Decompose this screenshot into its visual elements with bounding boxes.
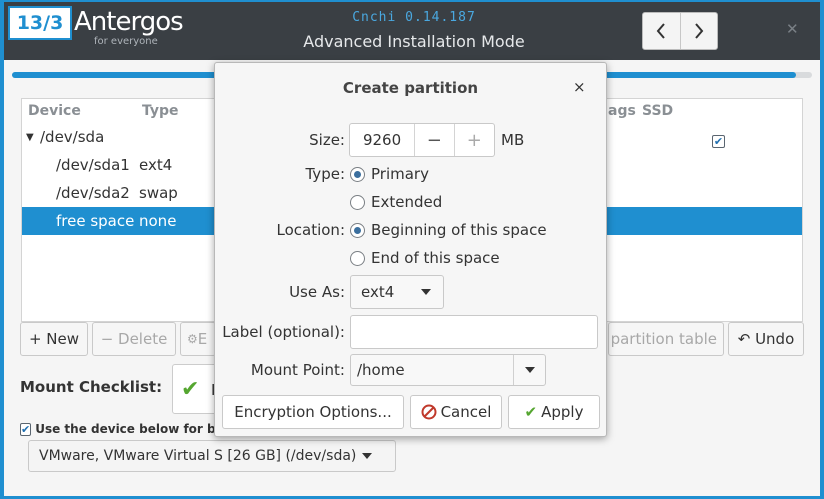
header-bar: 13/3 Antergos for everyone Cnchi 0.14.18… [4, 2, 820, 60]
new-partition-button[interactable]: + New [20, 322, 88, 356]
location-beginning-radio[interactable]: Beginning of this space [350, 221, 547, 239]
apply-button[interactable]: ✔ Apply [508, 395, 600, 429]
edit-label: E [197, 330, 208, 348]
size-label: Size: [309, 131, 345, 149]
app-title: Cnchi 0.14.187 [352, 10, 476, 25]
column-ssd[interactable]: SSD [642, 103, 673, 119]
location-end-radio[interactable]: End of this space [350, 249, 500, 267]
bootloader-option[interactable]: ✔ Use the device below for bo [20, 422, 216, 436]
bootloader-label: Use the device below for bo [35, 422, 216, 436]
chevron-left-icon [656, 23, 666, 39]
row-device: free space [56, 212, 135, 230]
mount-point-input[interactable]: /home [357, 361, 513, 379]
step-badge: 13/3 [8, 6, 72, 40]
radio-icon [350, 250, 365, 266]
cancel-icon [421, 404, 437, 420]
row-device: /dev/sda [40, 128, 105, 146]
antergos-logo: Antergos for everyone [74, 7, 184, 48]
mount-point-label: Mount Point: [250, 361, 345, 379]
size-unit: MB [501, 131, 525, 149]
cancel-label: Cancel [440, 403, 492, 421]
filesystem-select[interactable]: ext4 [350, 275, 444, 309]
cancel-button[interactable]: Cancel [410, 395, 502, 429]
gears-icon: ⚙ [187, 332, 198, 346]
row-type: ext4 [139, 156, 173, 174]
location-label: Location: [276, 221, 346, 239]
size-increment-button[interactable]: + [455, 124, 494, 156]
column-device[interactable]: Device [28, 103, 81, 119]
back-button[interactable] [643, 13, 681, 49]
filesystem-value: ext4 [361, 283, 395, 301]
dialog-close-button[interactable]: × [573, 78, 586, 96]
chevron-right-icon [694, 23, 704, 39]
expand-triangle-icon[interactable]: ▼ [26, 132, 34, 143]
row-device: /dev/sda2 [56, 184, 130, 202]
radio-label: Beginning of this space [371, 221, 547, 239]
radio-label: End of this space [371, 249, 500, 267]
device-select-value: VMware, VMware Virtual S [26 GB] (/dev/s… [39, 448, 357, 464]
logo-tagline: for everyone [94, 36, 158, 47]
dropdown-caret-icon [524, 367, 535, 373]
checkmark-icon: ✔ [181, 377, 200, 402]
dialog-title: Create partition [342, 79, 479, 97]
size-decrement-button[interactable]: − [415, 124, 455, 156]
type-label: Type: [305, 165, 345, 183]
window-close-button[interactable]: ✕ [786, 20, 799, 38]
radio-label: Extended [371, 193, 443, 211]
edit-partition-button[interactable]: ⚙ E [180, 322, 216, 356]
row-device: /dev/sda1 [56, 156, 130, 174]
mode-title: Advanced Installation Mode [303, 32, 525, 51]
use-as-label: Use As: [289, 283, 345, 301]
mount-point-combo[interactable]: /home [350, 354, 546, 386]
new-partition-table-button[interactable]: partition table [608, 322, 724, 356]
radio-selected-icon [350, 222, 365, 238]
dropdown-caret-icon [421, 289, 431, 295]
size-input[interactable]: 9260 [350, 124, 416, 156]
dropdown-caret-icon [362, 453, 373, 459]
installer-window: 13/3 Antergos for everyone Cnchi 0.14.18… [0, 0, 824, 499]
radio-icon [350, 194, 365, 210]
label-optional-label: Label (optional): [222, 323, 345, 341]
encryption-options-button[interactable]: Encryption Options... [222, 395, 404, 429]
bootloader-checkbox[interactable]: ✔ [20, 422, 32, 436]
partition-label-input[interactable] [350, 315, 598, 349]
mount-point-dropdown-button[interactable] [513, 355, 545, 385]
radio-selected-icon [350, 166, 365, 182]
apply-label: Apply [541, 403, 584, 421]
bootloader-device-select[interactable]: VMware, VMware Virtual S [26 GB] (/dev/s… [28, 440, 396, 472]
type-primary-radio[interactable]: Primary [350, 165, 429, 183]
row-type: none [139, 212, 177, 230]
checkmark-icon: ✔ [524, 403, 538, 421]
column-flags[interactable]: ags [608, 103, 636, 119]
type-extended-radio[interactable]: Extended [350, 193, 442, 211]
undo-button[interactable]: ↶ Undo [728, 322, 804, 356]
mount-checklist-label: Mount Checklist: [20, 378, 163, 396]
forward-button[interactable] [681, 13, 718, 49]
column-type[interactable]: Type [142, 103, 179, 119]
radio-label: Primary [371, 165, 429, 183]
check-icon: ✔ [712, 135, 725, 148]
size-spinbox[interactable]: 9260 − + [349, 123, 495, 157]
logo-brand: Antergos [74, 7, 184, 37]
create-partition-dialog: Create partition × Size: 9260 − + MB Typ… [214, 62, 607, 437]
delete-partition-button[interactable]: − Delete [92, 322, 176, 356]
row-type: swap [139, 184, 178, 202]
nav-buttons [642, 12, 718, 50]
